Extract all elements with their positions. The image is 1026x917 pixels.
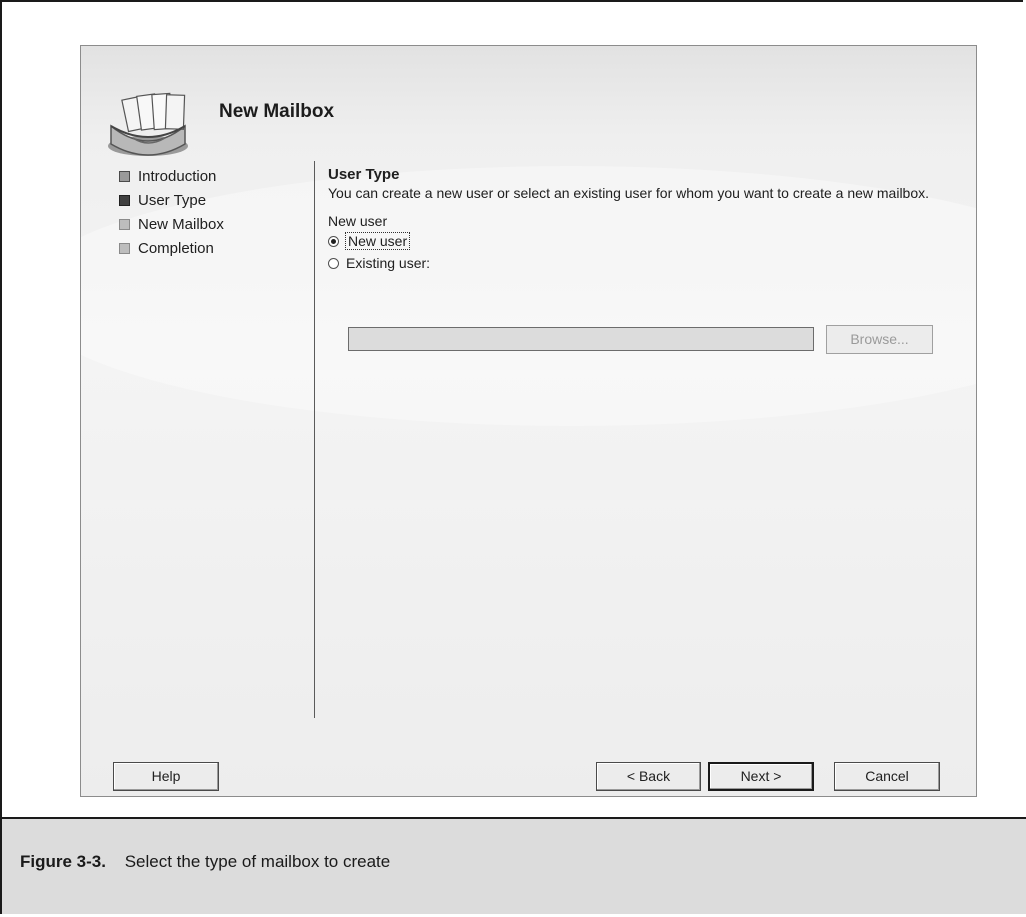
existing-user-field[interactable]	[348, 327, 814, 351]
existing-user-option[interactable]: Existing user:	[328, 252, 958, 274]
dialog-title: New Mailbox	[219, 101, 335, 122]
wizard-steps: Introduction User Type New Mailbox Compl…	[119, 164, 224, 260]
back-button[interactable]: < Back	[596, 762, 701, 791]
new-user-radio[interactable]	[328, 235, 339, 247]
step-completion: Completion	[119, 236, 224, 260]
step-pending-square-icon	[119, 242, 130, 254]
new-user-option[interactable]: New user	[328, 230, 958, 252]
figure-number: Figure 3-3.	[20, 852, 106, 871]
user-type-page: User Type You can create a new user or s…	[328, 166, 958, 274]
next-button[interactable]: Next >	[708, 762, 814, 791]
new-mailbox-wizard: New Mailbox Introduction User Type New M…	[80, 45, 977, 797]
step-label: Introduction	[138, 167, 217, 185]
step-label: User Type	[138, 191, 207, 209]
mailbox-wizard-icon	[108, 92, 188, 156]
new-user-label[interactable]: New user	[344, 232, 411, 250]
step-user-type: User Type	[119, 188, 224, 212]
figure-caption-bar: Figure 3-3. Select the type of mailbox t…	[2, 819, 1026, 914]
existing-user-radio[interactable]	[328, 257, 339, 269]
figure-caption: Figure 3-3. Select the type of mailbox t…	[20, 852, 390, 872]
cancel-button[interactable]: Cancel	[834, 762, 940, 791]
section-title: User Type	[328, 166, 400, 183]
step-done-square-icon	[119, 170, 130, 182]
group-label: New user	[328, 213, 388, 229]
step-new-mailbox: New Mailbox	[119, 212, 224, 236]
step-current-square-icon	[119, 194, 130, 206]
caption-text: Select the type of mailbox to create	[124, 852, 391, 871]
step-label: New Mailbox	[138, 215, 224, 233]
step-introduction: Introduction	[119, 164, 224, 188]
steps-divider	[314, 161, 315, 718]
section-description: You can create a new user or select an e…	[328, 185, 930, 201]
existing-user-label[interactable]: Existing user:	[346, 255, 430, 271]
step-pending-square-icon	[119, 218, 130, 230]
step-label: Completion	[138, 239, 214, 257]
browse-button[interactable]: Browse...	[826, 325, 933, 354]
help-button[interactable]: Help	[113, 762, 219, 791]
